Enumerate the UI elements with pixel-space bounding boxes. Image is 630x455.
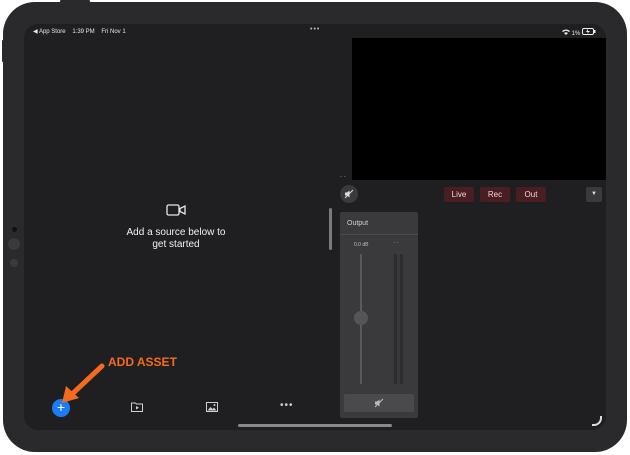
output-controls: Live Rec Out ▼: [336, 180, 606, 208]
status-right: 1%: [561, 28, 596, 37]
rec-button[interactable]: Rec: [480, 187, 510, 202]
add-asset-annotation: ADD ASSET: [108, 355, 177, 369]
muted-speaker-icon: [344, 189, 354, 199]
level-meter-right: [400, 254, 403, 384]
output-mixer: Output 0.0 dB - -: [340, 212, 418, 418]
live-button[interactable]: Live: [444, 187, 474, 202]
image-icon[interactable]: [206, 402, 218, 412]
volume-button: [2, 40, 5, 62]
status-date: Fri Nov 1: [101, 29, 126, 35]
folder-video-icon[interactable]: [131, 402, 143, 412]
back-to-app-link[interactable]: ◀ App Store: [33, 29, 66, 35]
empty-state-line1: Add a source below to: [126, 227, 226, 238]
app-screen: ◀ App Store 1:39 PM Fri Nov 1 ••• 1% Add…: [24, 24, 606, 430]
gain-readout: 0.0 dB: [354, 242, 369, 248]
meter-ticks: - -: [394, 240, 399, 246]
controls-dropdown-button[interactable]: ▼: [586, 187, 602, 202]
video-camera-icon: [166, 204, 186, 216]
sources-panel: Add a source below to get started: [24, 38, 328, 408]
side-sensor-small-icon: [10, 259, 18, 267]
mute-preview-button[interactable]: [340, 185, 358, 203]
mixer-divider: [340, 234, 418, 235]
wifi-icon: [561, 29, 572, 37]
empty-state: Add a source below to get started: [24, 203, 328, 251]
mixer-mute-button[interactable]: [344, 394, 414, 412]
status-time: 1:39 PM: [72, 29, 95, 35]
volume-fader-knob[interactable]: [354, 311, 368, 325]
muted-speaker-icon: [374, 398, 384, 408]
corner-resize-icon: [592, 416, 602, 426]
top-button: [60, 0, 90, 3]
status-bar: ◀ App Store 1:39 PM Fri Nov 1 ••• 1%: [24, 24, 606, 38]
panel-resize-handle[interactable]: [329, 208, 332, 250]
battery-icon: [582, 28, 596, 37]
camera-icon: [12, 227, 17, 232]
empty-state-line2: get started: [152, 239, 200, 250]
more-options-button[interactable]: •••: [280, 400, 294, 411]
mixer-title: Output: [347, 220, 369, 227]
output-preview: [352, 38, 606, 180]
out-button[interactable]: Out: [516, 187, 546, 202]
level-meter-left: [394, 254, 397, 384]
multitask-dots[interactable]: •••: [310, 26, 320, 33]
battery-percent: 1%: [571, 31, 581, 37]
home-indicator[interactable]: [238, 424, 392, 427]
orange-arrow-icon: [62, 363, 105, 403]
side-sensor-icon: [8, 238, 20, 250]
